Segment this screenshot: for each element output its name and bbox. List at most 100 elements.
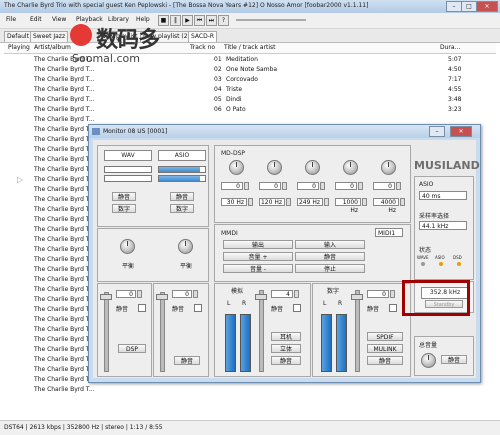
- eq-gain-spin-2[interactable]: [282, 182, 287, 190]
- menu-file[interactable]: File: [6, 16, 16, 23]
- eq-freq-spin-5[interactable]: [400, 198, 405, 206]
- tab-default[interactable]: Default: [4, 31, 32, 42]
- table-row[interactable]: The Charlie Byrd T... 03 Corcovado 7:17: [4, 75, 496, 85]
- ch2-mute-checkbox[interactable]: [194, 304, 202, 312]
- maximize-button[interactable]: □: [461, 1, 477, 12]
- ch3-spin[interactable]: [294, 290, 299, 298]
- col-duration[interactable]: Dura...: [440, 44, 460, 51]
- random-icon[interactable]: ?: [218, 15, 229, 26]
- fader-4-thumb[interactable]: [351, 294, 363, 300]
- mulink-button[interactable]: MULINK: [367, 344, 403, 353]
- table-row[interactable]: The Charlie Byrd T... 06 O Pato 3:23: [4, 105, 496, 115]
- ch2-spin[interactable]: [193, 290, 198, 298]
- eq-freq-spin-3[interactable]: [324, 198, 329, 206]
- next-icon[interactable]: ⏭: [206, 15, 217, 26]
- menu-view[interactable]: View: [52, 16, 66, 23]
- dsp-button[interactable]: DSP: [118, 344, 146, 353]
- eq-freq-spin-1[interactable]: [248, 198, 253, 206]
- eq-gain-2[interactable]: 0: [259, 182, 281, 190]
- eq-knob-5[interactable]: [381, 160, 396, 175]
- monitor-minimize-button[interactable]: –: [429, 126, 445, 137]
- stereo-button[interactable]: 立体: [271, 344, 301, 353]
- eq-freq-3[interactable]: 249 Hz: [297, 198, 323, 206]
- table-row[interactable]: The Charlie Byrd T...: [4, 385, 496, 395]
- input-button[interactable]: 输入: [295, 240, 365, 249]
- ch3-value[interactable]: 4: [271, 290, 293, 298]
- eq-gain-1[interactable]: 0: [221, 182, 243, 190]
- fader-2-thumb[interactable]: [156, 294, 168, 300]
- close-button[interactable]: ✕: [476, 1, 498, 12]
- eq-knob-4[interactable]: [343, 160, 358, 175]
- table-row[interactable]: The Charlie Byrd T... 02 One Note Samba 4:5…: [4, 65, 496, 75]
- sample-rate-select[interactable]: 44.1 kHz: [419, 221, 467, 230]
- balance-knob-2[interactable]: [178, 239, 193, 254]
- tab-sacd-r[interactable]: SACD-R: [188, 31, 218, 42]
- previous-icon[interactable]: ⏮: [194, 15, 205, 26]
- asio-digital-button[interactable]: 数字: [170, 204, 194, 213]
- ch4-mute-checkbox[interactable]: [389, 304, 397, 312]
- minimize-button[interactable]: –: [446, 1, 462, 12]
- analog-mute-button[interactable]: 静音: [271, 356, 301, 365]
- eq-freq-2[interactable]: 120 Hz: [259, 198, 285, 206]
- fader-1[interactable]: [104, 292, 109, 372]
- eq-knob-1[interactable]: [229, 160, 244, 175]
- eq-freq-5[interactable]: 4000 Hz: [373, 198, 399, 214]
- balance-knob-1[interactable]: [120, 239, 135, 254]
- eq-freq-1[interactable]: 30 Hz: [221, 198, 247, 206]
- eq-gain-5[interactable]: 0: [373, 182, 395, 190]
- monitor-close-button[interactable]: ✕: [450, 126, 472, 137]
- eq-gain-3[interactable]: 0: [297, 182, 319, 190]
- volume-down-button[interactable]: 音量 -: [223, 264, 293, 273]
- eq-freq-spin-4[interactable]: [362, 198, 367, 206]
- asio-mute-button[interactable]: 静音: [170, 192, 194, 201]
- eq-gain-spin-5[interactable]: [396, 182, 401, 190]
- monitor-body: WAV ASIO 静音 数字 静音 数字 平衡 平衡 0 静音 DSP 0 静音…: [93, 140, 480, 378]
- eq-freq-4[interactable]: 1000 Hz: [335, 198, 361, 214]
- fader-2[interactable]: [160, 292, 165, 372]
- play-icon[interactable]: ▶: [182, 15, 193, 26]
- eq-gain-spin-1[interactable]: [244, 182, 249, 190]
- eq-gain-spin-3[interactable]: [320, 182, 325, 190]
- ch2-value[interactable]: 0: [172, 290, 192, 298]
- spdif-button[interactable]: SPDIF: [367, 332, 403, 341]
- asio-latency-select[interactable]: 40 ms: [419, 191, 467, 200]
- wav-mute-button[interactable]: 静音: [112, 192, 136, 201]
- ch1-spin[interactable]: [137, 290, 142, 298]
- col-track-no[interactable]: Track no: [190, 44, 215, 51]
- table-row[interactable]: The Charlie Byrd T... 05 Dindi 3:48: [4, 95, 496, 105]
- tab-sweet-jazz[interactable]: Sweet Jazz: [30, 31, 69, 42]
- fader-3[interactable]: [259, 290, 264, 372]
- eq-knob-3[interactable]: [305, 160, 320, 175]
- col-playing[interactable]: Playing: [8, 44, 30, 51]
- menu-edit[interactable]: Edit: [30, 16, 42, 23]
- output-button[interactable]: 输出: [223, 240, 293, 249]
- row-title: Corcovado: [226, 76, 258, 83]
- stop-button[interactable]: 停止: [295, 264, 365, 273]
- eq-knob-2[interactable]: [267, 160, 282, 175]
- eq-gain-4[interactable]: 0: [335, 182, 357, 190]
- fader-1-thumb[interactable]: [100, 294, 112, 300]
- ch3-mute-checkbox[interactable]: [293, 304, 301, 312]
- fader-4[interactable]: [355, 290, 360, 372]
- ch2-mute-button[interactable]: 静音: [174, 356, 200, 365]
- headphone-button[interactable]: 耳机: [271, 332, 301, 341]
- digital-mute-button[interactable]: 静音: [367, 356, 403, 365]
- mmdi-mute-button[interactable]: 静音: [295, 252, 365, 261]
- fader-3-thumb[interactable]: [255, 294, 267, 300]
- eq-gain-spin-4[interactable]: [358, 182, 363, 190]
- ch1-mute-checkbox[interactable]: [138, 304, 146, 312]
- col-artist-album[interactable]: Artist/album: [34, 44, 71, 51]
- ch4-value[interactable]: 0: [367, 290, 389, 298]
- table-row[interactable]: The Charlie Byrd T... 04 Triste 4:55: [4, 85, 496, 95]
- midi-select[interactable]: MIDI1: [375, 228, 403, 237]
- row-artist: The Charlie Byrd T...: [34, 316, 95, 323]
- volume-up-button[interactable]: 音量 +: [223, 252, 293, 261]
- wav-digital-button[interactable]: 数字: [112, 204, 136, 213]
- ch4-spin[interactable]: [390, 290, 395, 298]
- seek-bar[interactable]: [236, 19, 306, 21]
- ch1-value[interactable]: 0: [116, 290, 136, 298]
- col-title[interactable]: Title / track artist: [224, 44, 276, 51]
- eq-freq-spin-2[interactable]: [286, 198, 291, 206]
- master-mute-button[interactable]: 静音: [441, 355, 467, 364]
- master-volume-knob[interactable]: [421, 353, 436, 368]
